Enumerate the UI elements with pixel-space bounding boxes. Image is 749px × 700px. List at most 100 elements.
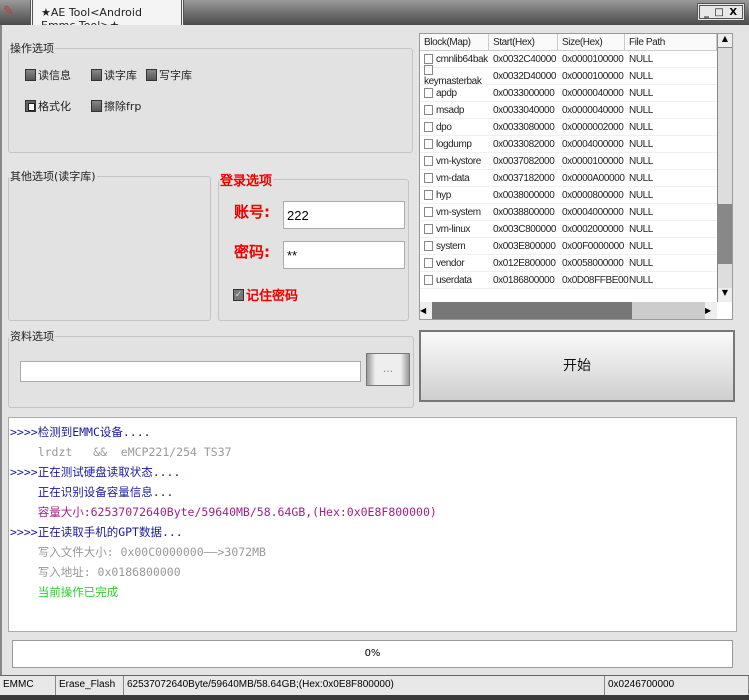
row-checkbox[interactable]	[424, 138, 433, 149]
row-checkbox[interactable]	[424, 274, 433, 285]
table-cell: 0x0002000000	[562, 223, 624, 235]
scroll-down-icon[interactable]: ▼	[718, 288, 732, 302]
table-cell: 0x0033040000	[493, 104, 555, 116]
file-path-input[interactable]	[20, 361, 361, 382]
other-options-group: 其他选项(读字库)	[8, 168, 211, 321]
table-row[interactable]: userdata 0x0186800000 0x0D08FFBE00 NULL	[420, 272, 732, 289]
radio-erase-frp[interactable]: 擦除frp	[91, 98, 141, 114]
cell-block: apdp	[420, 88, 489, 99]
progress-bar: 0%	[12, 640, 733, 668]
cell-block: msadp	[420, 105, 489, 116]
scroll-left-icon[interactable]: ◀	[420, 302, 432, 319]
browse-button[interactable]: ...	[366, 353, 410, 386]
table-cell: 0x0033080000	[493, 121, 555, 133]
radio-write-flash[interactable]: 写字库	[146, 67, 192, 83]
row-checkbox[interactable]	[424, 65, 433, 76]
log-line: 写入文件大小: 0x00C0000000——>3072MB	[10, 545, 266, 559]
table-row[interactable]: hyp 0x0038000000 0x0000800000 NULL	[420, 187, 732, 204]
table-row[interactable]: dpo 0x0033080000 0x0000002000 NULL	[420, 119, 732, 136]
cell-block: hyp	[420, 190, 489, 201]
cell-block: userdata	[420, 275, 489, 286]
table-cell: NULL	[629, 53, 653, 65]
row-checkbox[interactable]	[424, 121, 433, 132]
cell-block: system	[420, 241, 489, 252]
table-row[interactable]: logdump 0x0033082000 0x0004000000 NULL	[420, 136, 732, 153]
table-row[interactable]: vm-system 0x0038800000 0x0004000000 NULL	[420, 204, 732, 221]
column-header[interactable]: Start(Hex)	[489, 34, 558, 50]
row-checkbox[interactable]	[424, 172, 433, 183]
block-name: userdata	[436, 274, 472, 286]
table-row[interactable]: keymasterbak 0x0032D40000 0x0000100000 NULL	[420, 65, 732, 87]
option-label: 读信息	[38, 69, 71, 82]
start-button[interactable]: 开始	[419, 330, 735, 402]
status-device: EMMC	[0, 676, 56, 695]
column-header[interactable]: File Path	[625, 34, 717, 50]
table-cell: 0x0D08FFBE00	[562, 274, 629, 286]
scroll-thumb[interactable]	[432, 302, 632, 319]
status-capacity: 62537072640Byte/59640MB/58.64GB;(Hex:0x0…	[124, 676, 605, 695]
row-checkbox[interactable]	[424, 257, 433, 268]
remember-password-checkbox[interactable]: ✓ 记住密码	[233, 285, 298, 304]
window-controls[interactable]: _ □ X	[697, 3, 745, 21]
row-checkbox[interactable]	[424, 240, 433, 251]
scroll-thumb[interactable]	[718, 204, 732, 264]
table-row[interactable]: apdp 0x0033000000 0x0000040000 NULL	[420, 85, 732, 102]
table-row[interactable]: vendor 0x012E800000 0x0058000000 NULL	[420, 255, 732, 272]
block-name: vm-data	[436, 172, 470, 184]
row-checkbox[interactable]	[424, 206, 433, 217]
partition-table[interactable]: Block(Map) Start(Hex) Size(Hex) File Pat…	[419, 33, 733, 320]
vertical-scrollbar[interactable]: ▲ ▼	[717, 34, 732, 302]
table-cell: 0x0033082000	[493, 138, 555, 150]
table-cell: 0x003C800000	[493, 223, 557, 235]
table-cell: NULL	[629, 87, 653, 99]
table-cell: 0x0037182000	[493, 172, 555, 184]
app-icon: ✎	[3, 4, 14, 19]
password-input[interactable]	[283, 241, 405, 269]
account-input[interactable]	[283, 201, 405, 229]
block-name: vm-linux	[436, 223, 471, 235]
table-cell: 0x00F0000000	[562, 240, 624, 252]
table-cell: NULL	[629, 257, 653, 269]
table-cell: 0x0000100000	[562, 70, 624, 82]
cell-block: vm-system	[420, 207, 489, 218]
row-checkbox[interactable]	[424, 53, 433, 64]
cell-block: logdump	[420, 139, 489, 150]
checkbox-checked-icon: ✓	[233, 288, 244, 301]
block-name: vm-kystore	[436, 155, 481, 167]
table-row[interactable]: vm-linux 0x003C800000 0x0002000000 NULL	[420, 221, 732, 238]
radio-read-flash[interactable]: 读字库	[91, 67, 137, 83]
table-cell: 0x0038000000	[493, 189, 555, 201]
table-row[interactable]: msadp 0x0033040000 0x0000040000 NULL	[420, 102, 732, 119]
block-name: logdump	[436, 138, 472, 150]
column-header[interactable]: Size(Hex)	[558, 34, 625, 50]
row-checkbox[interactable]	[424, 155, 433, 166]
table-cell: NULL	[629, 104, 653, 116]
block-name: dpo	[436, 121, 452, 133]
table-row[interactable]: system 0x003E800000 0x00F0000000 NULL	[420, 238, 732, 255]
table-row[interactable]: vm-kystore 0x0037082000 0x0000100000 NULL	[420, 153, 732, 170]
row-checkbox[interactable]	[424, 104, 433, 115]
table-cell: 0x0000040000	[562, 104, 624, 116]
option-label: 写字库	[159, 69, 192, 82]
table-cell: 0x003E800000	[493, 240, 556, 252]
radio-format[interactable]: 格式化	[25, 98, 71, 114]
row-checkbox[interactable]	[424, 87, 433, 98]
cell-block: dpo	[420, 122, 489, 133]
scroll-up-icon[interactable]: ▲	[718, 34, 732, 48]
row-checkbox[interactable]	[424, 189, 433, 200]
group-label: 操作选项	[10, 42, 54, 55]
radio-read-info[interactable]: 读信息	[25, 67, 71, 83]
table-cell: NULL	[629, 138, 653, 150]
scroll-right-icon[interactable]: ▶	[705, 302, 717, 319]
radio-icon	[91, 69, 102, 81]
block-name: msadp	[436, 104, 465, 116]
table-header: Block(Map) Start(Hex) Size(Hex) File Pat…	[420, 34, 732, 51]
operation-options-group: 操作选项	[8, 40, 413, 153]
window-title-tab[interactable]: ★AE Tool<Android Emmc Tool>★	[30, 0, 184, 32]
log-line: >>>>正在测试硬盘读取状态....	[10, 465, 181, 479]
row-checkbox[interactable]	[424, 223, 433, 234]
column-header[interactable]: Block(Map)	[420, 34, 489, 50]
horizontal-scrollbar[interactable]: ◀ ▶	[420, 302, 717, 319]
log-line: >>>>检测到EMMC设备....	[10, 425, 151, 439]
table-row[interactable]: vm-data 0x0037182000 0x0000A00000 NULL	[420, 170, 732, 187]
